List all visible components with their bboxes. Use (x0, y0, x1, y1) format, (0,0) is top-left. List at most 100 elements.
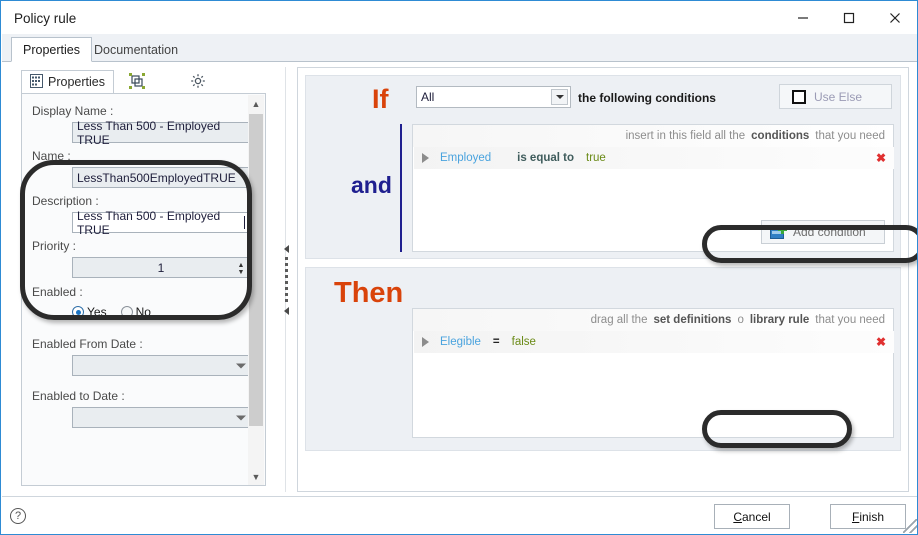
name-value: LessThan500EmployedTRUE (77, 170, 236, 185)
enabled-yes-label: Yes (87, 305, 107, 319)
sub-tab-settings[interactable] (181, 70, 220, 94)
action-operator[interactable]: = (493, 336, 500, 348)
add-condition-label: Add condition (793, 225, 866, 239)
actions-list[interactable]: drag all the set definitions o library r… (412, 308, 894, 438)
cancel-button[interactable]: Cancel (714, 504, 790, 529)
name-input[interactable]: LessThan500EmployedTRUE (72, 167, 250, 188)
minimize-icon[interactable] (780, 2, 826, 34)
priority-stepper[interactable]: 1 ▲ ▼ (72, 257, 250, 278)
action-field[interactable]: Elegible (440, 336, 481, 348)
properties-grid-icon (30, 73, 43, 91)
condition-row[interactable]: Employed is equal to true ✖ (414, 147, 894, 169)
dialog-content: Properties Display Name: Less Than 500 … (2, 62, 917, 496)
splitter-collapse-arrow-icon[interactable] (283, 244, 289, 253)
if-section: If All the following conditions Use Else… (305, 75, 901, 259)
conditions-hint: insert in this field all the conditions … (413, 125, 893, 147)
name-label: Name : (32, 149, 71, 163)
sub-tab-properties-label: Properties (48, 75, 105, 89)
rule-editor-panel: If All the following conditions Use Else… (297, 67, 917, 492)
window-controls (780, 2, 917, 34)
enabled-no-radio[interactable]: No (120, 305, 151, 319)
title-bar: Policy rule (2, 2, 917, 34)
scroll-up-arrow-icon[interactable]: ▲ (248, 95, 264, 112)
radio-yes-dot (72, 306, 84, 318)
gear-icon (190, 73, 206, 92)
properties-panel: Properties Display Name: Less Than 500 … (11, 67, 276, 492)
description-input[interactable]: Less Than 500 - Employed TRUE (72, 209, 250, 237)
delete-condition-icon[interactable]: ✖ (876, 152, 886, 164)
display-name-value: Less Than 500 - Employed TRUE (77, 118, 221, 147)
tab-documentation-label: Documentation (94, 42, 179, 57)
condition-value[interactable]: true (586, 152, 606, 164)
priority-spinner-arrows[interactable]: ▲ ▼ (234, 259, 248, 278)
expand-triangle-icon[interactable] (414, 337, 436, 347)
layout-shapes-icon (128, 72, 145, 92)
conditions-list[interactable]: insert in this field all the conditions … (412, 124, 894, 252)
chevron-down-icon[interactable] (551, 89, 568, 105)
properties-sub-tabs: Properties (21, 70, 220, 94)
close-icon[interactable] (872, 2, 917, 34)
tab-properties[interactable]: Properties (11, 37, 92, 62)
cancel-button-label: Cancel (733, 510, 770, 524)
display-name-input[interactable]: Less Than 500 - Employed TRUE (72, 119, 250, 147)
action-row[interactable]: Elegible = false ✖ (414, 331, 894, 353)
then-section: Then drag all the set definitions o libr… (305, 267, 901, 451)
tab-properties-label: Properties (23, 42, 80, 57)
main-tab-strip: Properties Documentation (2, 34, 917, 62)
use-else-label: Use Else (814, 89, 863, 104)
help-icon[interactable]: ? (10, 508, 26, 524)
cancel-accel: C (733, 509, 742, 524)
expand-triangle-icon[interactable] (414, 153, 436, 163)
and-connector: and (351, 172, 392, 198)
conditions-hint-pre: insert in this field all the (625, 130, 746, 142)
actions-hint-strong1: set definitions (653, 314, 732, 326)
actions-hint-post: that you need (815, 314, 885, 326)
enabled-yes-radio[interactable]: Yes (72, 305, 107, 319)
resize-grip[interactable] (903, 519, 917, 533)
window-title: Policy rule (14, 10, 77, 26)
if-mode-dropdown[interactable]: All (416, 86, 571, 108)
actions-hint-pre: drag all the (590, 314, 648, 326)
enabled-from-date-combo[interactable] (72, 355, 250, 376)
action-value[interactable]: false (512, 336, 536, 348)
properties-form: Display Name : Less Than 500 - Employed … (21, 94, 266, 486)
splitter-collapse-arrow-icon-2[interactable] (283, 306, 289, 315)
properties-scrollbar[interactable]: ▲ ▼ (248, 95, 264, 485)
conditions-hint-post: that you need (815, 130, 885, 142)
finish-rest: inish (859, 509, 885, 524)
text-caret (244, 216, 245, 229)
finish-button[interactable]: Finish (830, 504, 906, 529)
enabled-from-date-label: Enabled From Date : (32, 337, 143, 351)
description-label: Description : (32, 194, 99, 208)
use-else-checkbox[interactable]: Use Else (779, 84, 892, 109)
scrollbar-thumb[interactable] (249, 114, 263, 426)
checkbox-box-icon[interactable] (792, 89, 806, 104)
sub-tab-properties[interactable]: Properties (21, 70, 114, 94)
sub-tab-layout[interactable] (120, 70, 159, 94)
priority-value: 1 (157, 260, 165, 275)
maximize-icon[interactable] (826, 2, 872, 34)
add-condition-icon (770, 224, 787, 239)
cancel-rest: ancel (741, 509, 771, 524)
tab-documentation[interactable]: Documentation (82, 37, 190, 62)
enabled-radio-group: Yes No (72, 305, 151, 319)
scroll-down-arrow-icon[interactable]: ▼ (248, 468, 264, 485)
enabled-label: Enabled : (32, 285, 83, 299)
delete-action-icon[interactable]: ✖ (876, 336, 886, 348)
chevron-down-icon (236, 415, 246, 420)
condition-operator[interactable]: is equal to (517, 152, 574, 164)
priority-label: Priority : (32, 239, 77, 253)
display-name-label: Display Name : (32, 104, 114, 118)
help-icon-glyph: ? (14, 510, 22, 522)
conditions-hint-strong: conditions (751, 130, 810, 142)
panel-splitter[interactable] (280, 67, 292, 492)
add-condition-button[interactable]: Add condition (761, 220, 885, 244)
enabled-to-date-combo[interactable] (72, 407, 250, 428)
finish-button-label: Finish (852, 510, 884, 524)
chevron-down-icon (236, 363, 246, 368)
splitter-grip-dots[interactable] (284, 256, 288, 303)
condition-field[interactable]: Employed (440, 152, 491, 164)
and-connector-bar (400, 124, 402, 252)
actions-hint-strong2: library rule (749, 314, 810, 326)
following-conditions-text: the following conditions (578, 91, 716, 105)
